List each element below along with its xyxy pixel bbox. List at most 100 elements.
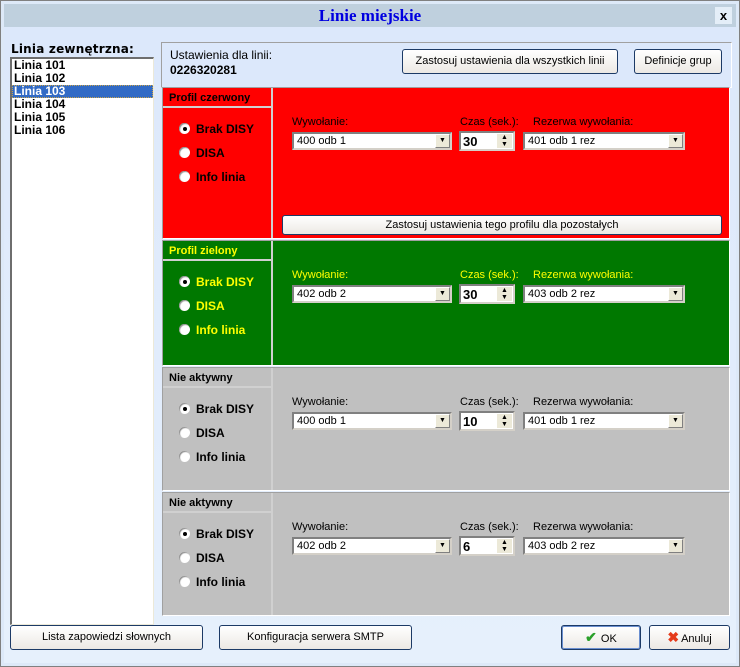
profile-title: Profil czerwony (163, 88, 271, 108)
settings-label: Ustawienia dla linii: (170, 48, 273, 62)
line-settings-panel: Ustawienia dla linii: 0226320281 Zastosu… (161, 42, 732, 88)
client-area: Linia zewnętrzna: Linia 101 Linia 102 Li… (4, 27, 736, 663)
chevron-down-icon[interactable]: ▼ (668, 414, 683, 428)
close-button[interactable]: x (715, 7, 732, 24)
call-label: Wywołanie: (292, 116, 349, 128)
close-icon: x (719, 8, 728, 23)
ok-button[interactable]: ✔ OK (561, 625, 641, 650)
radio-option[interactable]: Info linia (179, 574, 245, 590)
radio-button-icon[interactable] (179, 576, 190, 587)
window-title: Linie miejskie (318, 6, 422, 25)
call-label: Wywołanie: (292, 269, 349, 281)
radio-option[interactable]: Brak DISY (179, 526, 254, 542)
radio-button-icon[interactable] (179, 147, 190, 158)
chevron-down-icon[interactable]: ▼ (435, 539, 450, 553)
radio-button-icon[interactable] (179, 324, 190, 335)
line-number: 0226320281 (170, 63, 237, 77)
profile-panel: Nie aktywny Brak DISY DISA Info linia Wy… (162, 367, 730, 491)
radio-button-icon[interactable] (179, 300, 190, 311)
time-value: 6 (463, 539, 471, 554)
call-select[interactable]: 402 odb 2 ▼ (292, 537, 452, 555)
radio-button-icon[interactable] (179, 552, 190, 563)
radio-button-icon[interactable] (179, 528, 190, 539)
radio-option[interactable]: Info linia (179, 169, 245, 185)
backup-call-select[interactable]: 401 odb 1 rez ▼ (523, 412, 685, 430)
profile-mode-group: Nie aktywny Brak DISY DISA Info linia (163, 493, 273, 615)
radio-label: Info linia (196, 170, 246, 184)
chevron-down-icon[interactable]: ▼ (668, 134, 683, 148)
apply-profile-button[interactable]: Zastosuj ustawienia tego profilu dla poz… (282, 215, 722, 235)
profile-title: Nie aktywny (163, 493, 271, 513)
dialog-window: Linie miejskie x Linia zewnętrzna: Linia… (0, 0, 740, 667)
checkmark-icon: ✔ (585, 629, 597, 645)
time-spinner[interactable]: 30 ▲ ▼ (459, 131, 515, 151)
radio-option[interactable]: Brak DISY (179, 401, 254, 417)
radio-label: DISA (196, 146, 225, 160)
chevron-down-icon[interactable]: ▼ (668, 287, 683, 301)
radio-button-icon[interactable] (179, 123, 190, 134)
profile-mode-group: Profil zielony Brak DISY DISA Info linia (163, 241, 273, 365)
profile-panel: Profil czerwony Brak DISY DISA Info lini… (162, 87, 730, 239)
radio-label: DISA (196, 426, 225, 440)
list-item[interactable]: Linia 106 (12, 124, 153, 137)
call-value: 400 odb 1 (297, 135, 346, 147)
backup-label: Rezerwa wywołania: (533, 116, 634, 128)
time-spinner[interactable]: 10 ▲ ▼ (459, 411, 515, 431)
radio-button-icon[interactable] (179, 276, 190, 287)
radio-option[interactable]: DISA (179, 145, 225, 161)
cancel-label: Anuluj (681, 633, 712, 645)
call-select[interactable]: 400 odb 1 ▼ (292, 412, 452, 430)
lines-listbox[interactable]: Linia 101 Linia 102 Linia 103 Linia 104 … (10, 57, 154, 625)
profile-panel: Nie aktywny Brak DISY DISA Info linia Wy… (162, 492, 730, 616)
backup-value: 403 odb 2 rez (528, 540, 596, 552)
radio-label: Brak DISY (196, 275, 255, 289)
chevron-down-icon[interactable]: ▼ (435, 414, 450, 428)
radio-option[interactable]: Info linia (179, 322, 245, 338)
radio-button-icon[interactable] (179, 427, 190, 438)
apply-all-lines-button[interactable]: Zastosuj ustawienia dla wszystkich linii (402, 49, 618, 74)
call-select[interactable]: 400 odb 1 ▼ (292, 132, 452, 150)
radio-option[interactable]: Brak DISY (179, 274, 254, 290)
announcements-list-button[interactable]: Lista zapowiedzi słownych (10, 625, 203, 650)
backup-call-select[interactable]: 403 odb 2 rez ▼ (523, 285, 685, 303)
radio-option[interactable]: Info linia (179, 449, 245, 465)
backup-value: 401 odb 1 rez (528, 415, 596, 427)
chevron-down-icon[interactable]: ▼ (435, 134, 450, 148)
ok-label: OK (600, 633, 617, 645)
radio-option[interactable]: DISA (179, 550, 225, 566)
call-select[interactable]: 402 odb 2 ▼ (292, 285, 452, 303)
radio-button-icon[interactable] (179, 403, 190, 414)
radio-button-icon[interactable] (179, 171, 190, 182)
time-label: Czas (sek.): (460, 116, 519, 128)
title-bar: Linie miejskie x (4, 4, 736, 27)
chevron-down-icon[interactable]: ▼ (668, 539, 683, 553)
time-spinner[interactable]: 30 ▲ ▼ (459, 284, 515, 304)
spin-arrows-icon[interactable]: ▲ ▼ (497, 414, 512, 428)
radio-option[interactable]: DISA (179, 298, 225, 314)
group-definitions-button[interactable]: Definicje grup (634, 49, 722, 74)
spin-arrows-icon[interactable]: ▲ ▼ (497, 134, 512, 148)
radio-button-icon[interactable] (179, 451, 190, 462)
backup-label: Rezerwa wywołania: (533, 269, 634, 281)
spin-arrows-icon[interactable]: ▲ ▼ (497, 287, 512, 301)
profile-mode-group: Nie aktywny Brak DISY DISA Info linia (163, 368, 273, 490)
spin-arrows-icon[interactable]: ▲ ▼ (497, 539, 512, 553)
time-label: Czas (sek.): (460, 521, 519, 533)
call-label: Wywołanie: (292, 521, 349, 533)
call-label: Wywołanie: (292, 396, 349, 408)
profile-mode-group: Profil czerwony Brak DISY DISA Info lini… (163, 88, 273, 238)
smtp-config-button[interactable]: Konfiguracja serwera SMTP (219, 625, 412, 650)
backup-label: Rezerwa wywołania: (533, 396, 634, 408)
radio-label: Info linia (196, 575, 246, 589)
backup-call-select[interactable]: 401 odb 1 rez ▼ (523, 132, 685, 150)
time-label: Czas (sek.): (460, 396, 519, 408)
radio-option[interactable]: Brak DISY (179, 121, 254, 137)
profile-title: Nie aktywny (163, 368, 271, 388)
time-value: 10 (463, 414, 478, 429)
cancel-button[interactable]: ✖ Anuluj (649, 625, 730, 650)
backup-call-select[interactable]: 403 odb 2 rez ▼ (523, 537, 685, 555)
chevron-down-icon[interactable]: ▼ (435, 287, 450, 301)
profile-panel: Profil zielony Brak DISY DISA Info linia… (162, 240, 730, 366)
radio-option[interactable]: DISA (179, 425, 225, 441)
time-spinner[interactable]: 6 ▲ ▼ (459, 536, 515, 556)
